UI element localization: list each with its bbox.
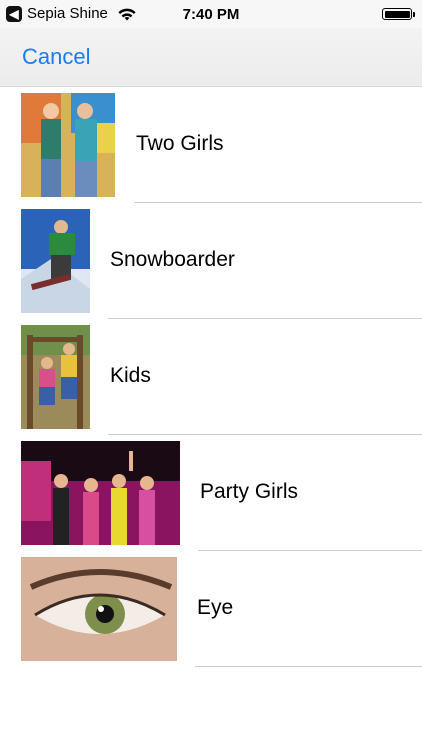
row-separator (195, 666, 422, 667)
list-item-snowboarder[interactable]: Snowboarder (0, 203, 422, 319)
photo-list: Two Girls Snowboarder Kids Party Girls E… (0, 87, 422, 667)
two-girls-photo (21, 93, 115, 197)
item-label: Snowboarder (110, 248, 235, 271)
list-item-eye[interactable]: Eye (0, 551, 422, 667)
item-label: Party Girls (200, 480, 299, 503)
party-girls-photo (21, 441, 180, 545)
battery-icon (382, 8, 415, 20)
cancel-button[interactable]: Cancel (22, 44, 90, 70)
eye-photo (21, 557, 177, 661)
snowboarder-photo (21, 209, 90, 313)
status-time: 7:40 PM (182, 6, 240, 23)
item-label: Eye (197, 596, 234, 619)
item-label: Kids (110, 364, 151, 387)
navigation-bar: Cancel (0, 28, 422, 87)
list-item-kids[interactable]: Kids (0, 319, 422, 435)
item-label: Two Girls (136, 132, 224, 155)
kids-photo (21, 325, 90, 429)
status-bar: ◀ Sepia Shine 7:40 PM (0, 0, 422, 28)
list-item-two-girls[interactable]: Two Girls (0, 87, 422, 203)
list-item-party-girls[interactable]: Party Girls (0, 435, 422, 551)
